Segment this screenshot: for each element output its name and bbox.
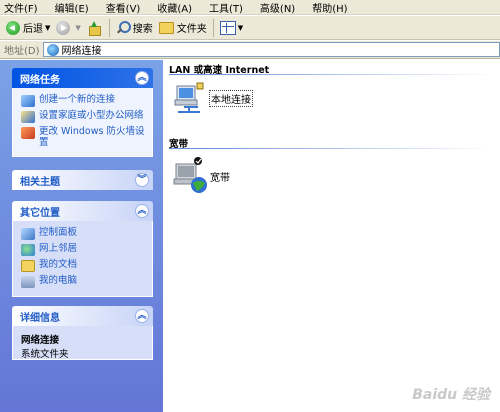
other-places-body: 控制面板 网上邻居 我的文档 我的电脑 xyxy=(12,221,153,297)
toolbar-separator xyxy=(108,18,110,37)
related-topics-header[interactable]: 相关主题 ︾ xyxy=(12,170,153,190)
collapse-chevron-icon[interactable]: ︽ xyxy=(135,71,149,85)
details-body: 网络连接 系统文件夹 xyxy=(12,326,153,360)
network-tasks-header[interactable]: 网络任务 ︽ xyxy=(12,68,153,88)
network-places-icon xyxy=(21,244,35,256)
address-input[interactable]: 网络连接 xyxy=(42,42,500,57)
details-name: 网络连接 xyxy=(21,335,60,346)
task-pane: 网络任务 ︽ 创建一个新的连接 设置家庭或小型办公网络 更改 Windows 防… xyxy=(0,60,163,412)
details-panel: 详细信息 ︽ 网络连接 系统文件夹 xyxy=(12,306,153,360)
new-connection-icon xyxy=(21,95,35,107)
search-button[interactable]: 搜索 xyxy=(113,18,156,38)
search-icon xyxy=(116,20,131,35)
watermark: Baidu 经验 xyxy=(412,387,490,403)
broadband-item[interactable]: 宽带 xyxy=(173,156,231,196)
control-panel-icon xyxy=(21,228,35,240)
task-firewall-settings[interactable]: 更改 Windows 防火墙设置 xyxy=(21,126,146,148)
folder-up-icon xyxy=(87,20,101,36)
group-divider xyxy=(169,74,494,75)
menu-bar: 文件(F) 编辑(E) 查看(V) 收藏(A) 工具(T) 高级(N) 帮助(H… xyxy=(0,0,500,15)
menu-favorites[interactable]: 收藏(A) xyxy=(157,0,192,15)
details-header[interactable]: 详细信息 ︽ xyxy=(12,306,153,326)
toolbar-separator xyxy=(212,18,214,37)
lan-connection-icon xyxy=(174,82,204,113)
folders-label: 文件夹 xyxy=(176,24,207,35)
back-arrow-icon xyxy=(6,20,20,35)
place-label: 网上邻居 xyxy=(39,243,78,254)
back-dropdown-icon[interactable]: ▼ xyxy=(45,24,50,32)
forward-dropdown-icon[interactable]: ▼ xyxy=(75,24,80,32)
local-connection-item[interactable]: 本地连接 xyxy=(173,80,253,116)
firewall-icon xyxy=(21,127,35,139)
task-label: 设置家庭或小型办公网络 xyxy=(39,110,144,121)
local-connection-label: 本地连接 xyxy=(209,89,253,107)
details-title: 详细信息 xyxy=(20,312,60,324)
back-label: 后退 xyxy=(23,24,43,35)
task-label: 创建一个新的连接 xyxy=(39,94,116,105)
place-label: 我的文档 xyxy=(39,259,78,270)
menu-view[interactable]: 查看(V) xyxy=(106,0,141,15)
collapse-chevron-icon[interactable]: ︽ xyxy=(135,204,149,218)
task-setup-home-network[interactable]: 设置家庭或小型办公网络 xyxy=(21,110,146,123)
task-label: 更改 Windows 防火墙设置 xyxy=(39,126,145,148)
menu-advanced[interactable]: 高级(N) xyxy=(260,0,295,15)
back-button[interactable]: 后退 ▼ xyxy=(3,18,53,38)
related-topics-title: 相关主题 xyxy=(20,176,60,188)
place-network-neighborhood[interactable]: 网上邻居 xyxy=(21,243,146,256)
network-tasks-panel: 网络任务 ︽ 创建一个新的连接 设置家庭或小型办公网络 更改 Windows 防… xyxy=(12,68,153,157)
place-label: 我的电脑 xyxy=(39,275,78,286)
menu-file[interactable]: 文件(F) xyxy=(4,0,38,15)
views-dropdown-icon[interactable]: ▼ xyxy=(238,24,243,32)
views-icon xyxy=(219,20,236,35)
folders-button[interactable]: 文件夹 xyxy=(156,18,210,38)
expand-chevron-icon[interactable]: ︾ xyxy=(135,173,149,187)
search-label: 搜索 xyxy=(132,24,153,35)
computer-icon xyxy=(21,276,35,288)
address-value: 网络连接 xyxy=(61,46,102,57)
related-topics-panel: 相关主题 ︾ xyxy=(12,170,153,190)
place-control-panel[interactable]: 控制面板 xyxy=(21,227,146,240)
address-bar: 地址(D) 网络连接 xyxy=(0,41,500,59)
network-connections-icon xyxy=(46,43,59,56)
network-tasks-body: 创建一个新的连接 设置家庭或小型办公网络 更改 Windows 防火墙设置 xyxy=(12,88,153,157)
broadband-connection-icon xyxy=(173,157,207,193)
folder-icon xyxy=(158,21,174,34)
task-create-connection[interactable]: 创建一个新的连接 xyxy=(21,94,146,107)
forward-button[interactable]: ▼ xyxy=(53,18,83,38)
network-tasks-title: 网络任务 xyxy=(20,74,60,86)
place-my-computer[interactable]: 我的电脑 xyxy=(21,275,146,288)
menu-tools[interactable]: 工具(T) xyxy=(209,0,243,15)
menu-edit[interactable]: 编辑(E) xyxy=(55,0,89,15)
details-type: 系统文件夹 xyxy=(21,349,69,360)
other-places-header[interactable]: 其它位置 ︽ xyxy=(12,201,153,221)
toolbar: 后退 ▼ ▼ 搜索 文件夹 ▼ xyxy=(0,16,500,40)
other-places-title: 其它位置 xyxy=(20,207,60,219)
other-places-panel: 其它位置 ︽ 控制面板 网上邻居 我的文档 我的电脑 xyxy=(12,201,153,297)
up-button[interactable] xyxy=(84,18,106,38)
documents-folder-icon xyxy=(21,260,35,272)
place-my-documents[interactable]: 我的文档 xyxy=(21,259,146,272)
views-button[interactable]: ▼ xyxy=(217,18,246,38)
forward-arrow-icon xyxy=(56,20,71,35)
content-area: LAN 或高速 Internet 本地连接 宽带 宽带 xyxy=(163,60,500,412)
collapse-chevron-icon[interactable]: ︽ xyxy=(135,309,149,323)
place-label: 控制面板 xyxy=(39,227,78,238)
menu-help[interactable]: 帮助(H) xyxy=(312,0,347,15)
broadband-label: 宽带 xyxy=(210,172,230,184)
home-network-icon xyxy=(21,111,35,123)
group-divider xyxy=(169,148,494,149)
address-label: 地址(D) xyxy=(4,46,40,57)
